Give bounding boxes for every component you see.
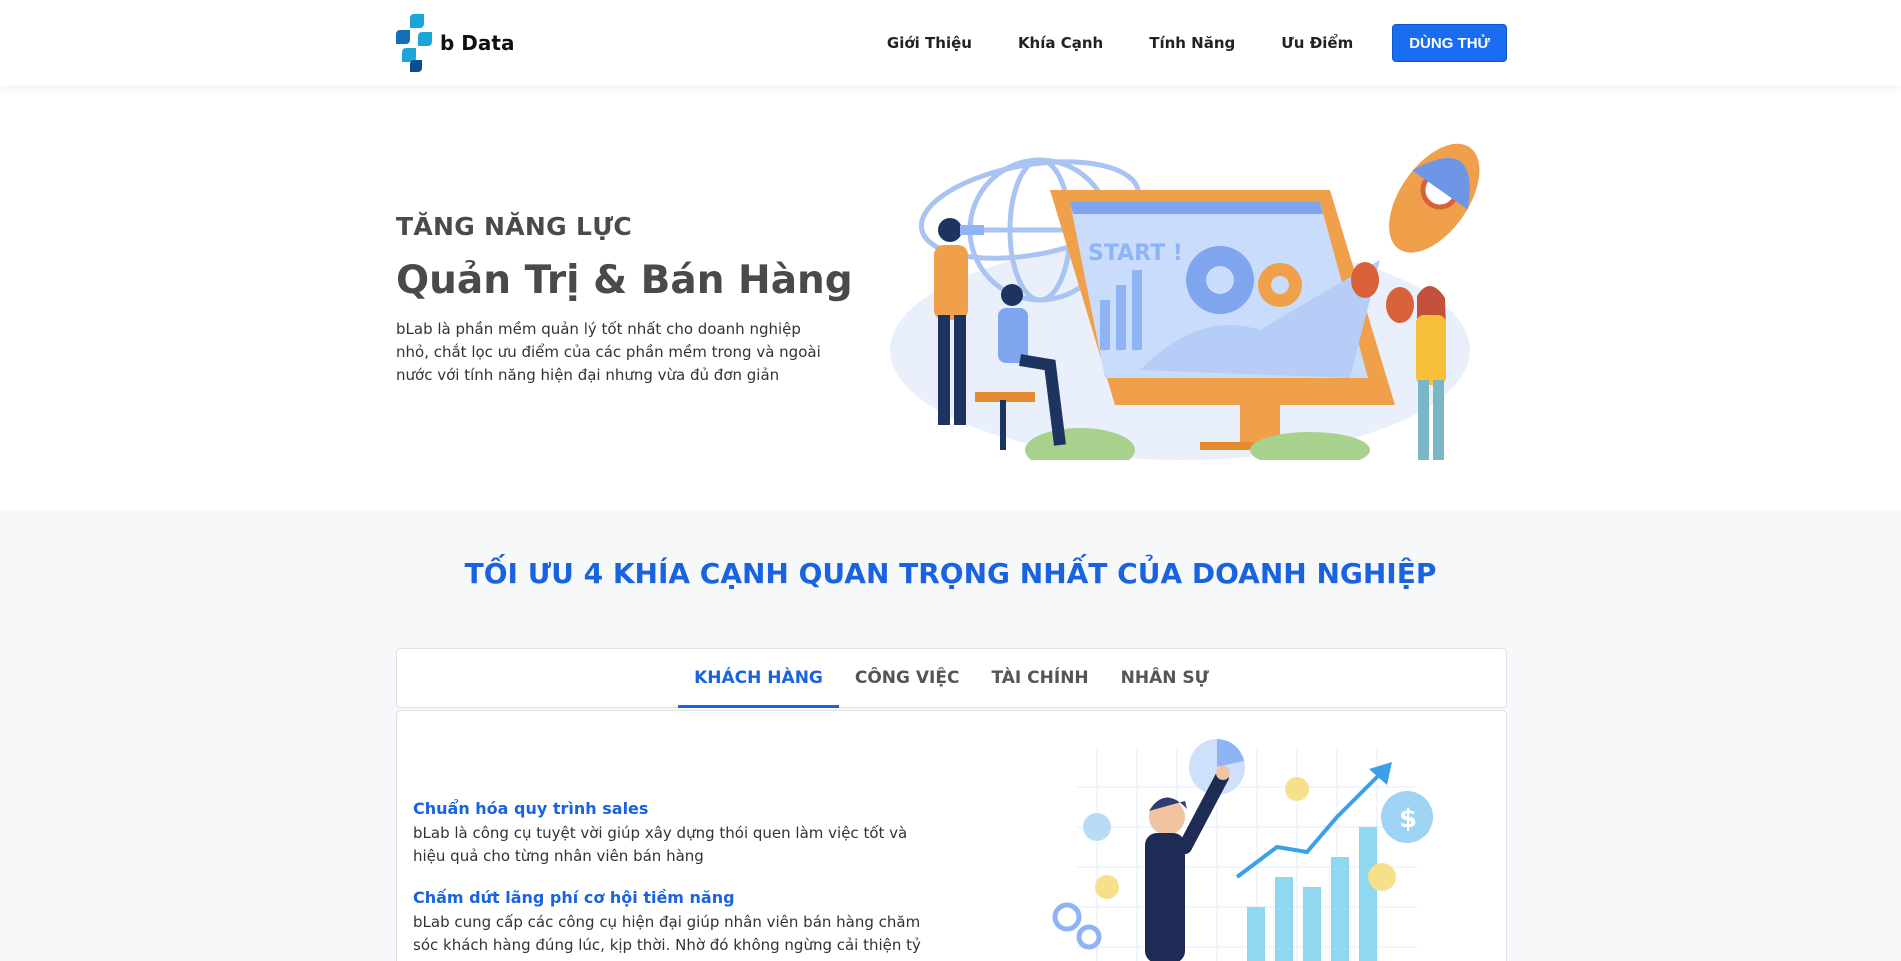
feature-item: Chuẩn hóa quy trình sales bLab là công c… — [413, 799, 933, 868]
hero-title: Quản Trị & Bán Hàng — [396, 258, 853, 303]
hero-kicker: TĂNG NĂNG LỰC — [396, 212, 633, 241]
svg-text:$: $ — [1399, 804, 1417, 834]
site-header: b Data Giới Thiệu Khía Cạnh Tính Năng Ưu… — [0, 0, 1901, 86]
feature-description: bLab là công cụ tuyệt vời giúp xây dựng … — [413, 824, 908, 865]
nav-link-tinh-nang[interactable]: Tính Năng — [1149, 34, 1235, 52]
sales-growth-illustration: $ — [1052, 739, 1433, 961]
hero-illustration: START ! — [890, 143, 1480, 460]
tab-tai-chinh[interactable]: TÀI CHÍNH — [975, 649, 1104, 707]
nav-link-uu-diem[interactable]: Ưu Điểm — [1281, 34, 1353, 52]
aspects-tabs-bar: KHÁCH HÀNG CÔNG VIỆC TÀI CHÍNH NHÂN SỰ — [396, 648, 1507, 708]
logo[interactable]: b Data — [396, 12, 536, 74]
logo-text: b Data — [440, 31, 515, 55]
logo-icon — [396, 12, 436, 74]
tab-cong-viec[interactable]: CÔNG VIỆC — [839, 649, 976, 707]
feature-title: Chấm dứt lãng phí cơ hội tiềm năng — [413, 888, 735, 907]
try-now-button[interactable]: DÙNG THỬ — [1392, 24, 1507, 62]
tab-khach-hang[interactable]: KHÁCH HÀNG — [678, 649, 839, 708]
nav-link-gioi-thieu[interactable]: Giới Thiệu — [887, 34, 972, 52]
aspects-title: TỐI ƯU 4 KHÍA CẠNH QUAN TRỌNG NHẤT CỦA D… — [464, 557, 1437, 590]
hero-section: TĂNG NĂNG LỰC Quản Trị & Bán Hàng bLab l… — [0, 86, 1901, 510]
tabs-list: KHÁCH HÀNG CÔNG VIỆC TÀI CHÍNH NHÂN SỰ — [397, 649, 1506, 708]
screen-start-text: START ! — [1088, 241, 1183, 266]
hero-description: bLab là phần mềm quản lý tốt nhất cho do… — [396, 320, 821, 384]
nav-link-khia-canh[interactable]: Khía Cạnh — [1018, 34, 1103, 52]
feature-item: Chấm dứt lãng phí cơ hội tiềm năng bLab … — [413, 888, 933, 957]
tab-nhan-su[interactable]: NHÂN SỰ — [1105, 649, 1225, 707]
feature-description: bLab cung cấp các công cụ hiện đại giúp … — [413, 913, 921, 954]
feature-title: Chuẩn hóa quy trình sales — [413, 799, 649, 818]
tab-content-panel: Chuẩn hóa quy trình sales bLab là công c… — [396, 710, 1507, 961]
main-nav: Giới Thiệu Khía Cạnh Tính Năng Ưu Điểm D… — [887, 24, 1507, 62]
